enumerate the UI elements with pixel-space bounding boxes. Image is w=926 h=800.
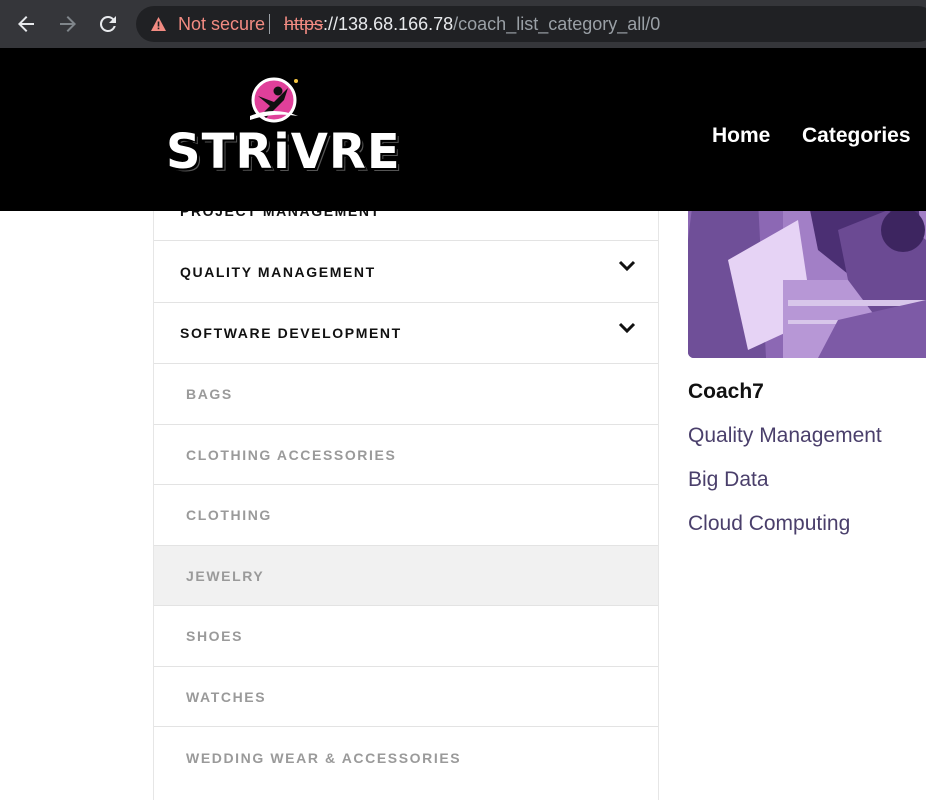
category-label: QUALITY MANAGEMENT	[180, 263, 376, 280]
logo-text: STRiVRE	[166, 124, 401, 180]
subcategory-label: BAGS	[186, 386, 233, 402]
subcategory-label: WEDDING WEAR & ACCESSORIES	[186, 749, 462, 766]
omnibox-divider	[269, 14, 270, 34]
subcategory-row-wedding-wear[interactable]: WEDDING WEAR & ACCESSORIES	[154, 727, 658, 788]
url-scheme: https	[284, 14, 324, 34]
subcategory-label: JEWELRY	[186, 567, 265, 584]
category-label: SOFTWARE DEVELOPMENT	[180, 325, 402, 341]
coach-photo-image	[688, 200, 926, 358]
back-arrow-icon[interactable]	[14, 12, 38, 36]
subcategory-label: CLOTHING	[186, 507, 272, 523]
url-path: /coach_list_category_all/0	[453, 14, 661, 34]
forward-arrow-icon[interactable]	[56, 12, 80, 36]
subcategory-row-clothing[interactable]: CLOTHING	[154, 485, 658, 546]
url-host: ://138.68.166.78	[323, 14, 454, 34]
warning-icon	[151, 17, 166, 31]
site-header: STRiVRE Home Categories	[0, 48, 926, 211]
coach-category-tag: Quality Management	[688, 424, 882, 447]
subcategory-row-shoes[interactable]: SHOES	[154, 606, 658, 667]
category-row-quality-management[interactable]: QUALITY MANAGEMENT	[154, 241, 658, 303]
subcategory-row-bags[interactable]: BAGS	[154, 364, 658, 425]
coach-name[interactable]: Coach7	[688, 380, 764, 404]
url-text[interactable]: https://138.68.166.78/coach_list_categor…	[284, 14, 660, 34]
subcategory-label: WATCHES	[186, 688, 267, 705]
coach-photo[interactable]	[688, 200, 926, 358]
reload-icon[interactable]	[96, 12, 120, 36]
subcategory-row-watches[interactable]: WATCHES	[154, 667, 658, 727]
nav-categories-link[interactable]: Categories	[802, 124, 911, 148]
strivre-logo[interactable]: STRiVRE	[166, 76, 401, 182]
category-list: PROJECT MANAGEMENT QUALITY MANAGEMENT SO…	[153, 180, 659, 800]
address-bar[interactable]: Not secure https://138.68.166.78/coach_l…	[136, 6, 926, 42]
subcategory-label: SHOES	[186, 628, 244, 644]
coach-category-tag: Big Data	[688, 468, 769, 491]
nav-home-link[interactable]: Home	[712, 124, 770, 148]
category-row-software-development[interactable]: SOFTWARE DEVELOPMENT	[154, 303, 658, 364]
browser-toolbar: Not secure https://138.68.166.78/coach_l…	[0, 0, 926, 48]
coach-category-tag: Cloud Computing	[688, 512, 851, 535]
subcategory-label: CLOTHING ACCESSORIES	[186, 446, 397, 463]
chevron-down-icon[interactable]	[618, 259, 636, 273]
security-status[interactable]: Not secure	[178, 14, 265, 34]
subcategory-row-jewelry[interactable]: JEWELRY	[154, 546, 658, 606]
subcategory-row-clothing-accessories[interactable]: CLOTHING ACCESSORIES	[154, 425, 658, 485]
chevron-down-icon[interactable]	[618, 321, 636, 335]
